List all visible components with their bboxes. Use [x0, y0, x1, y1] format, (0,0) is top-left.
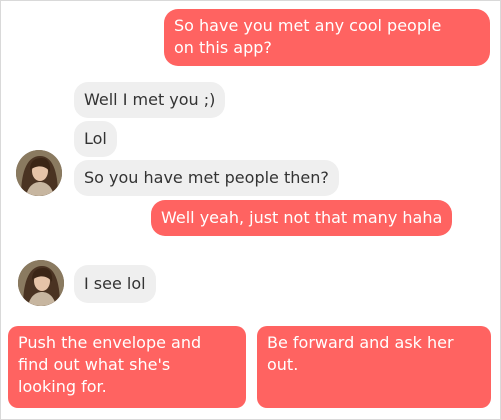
- reply-option-text-line: find out what she's: [18, 355, 171, 374]
- message-text-line: on this app?: [174, 38, 272, 57]
- message-text: I see lol: [84, 274, 146, 293]
- message-text: Lol: [84, 129, 107, 148]
- message-received-3: So you have met people then?: [74, 160, 339, 196]
- message-sent-2: Well yeah, just not that many haha: [151, 200, 453, 236]
- message-text: Well I met you ;): [84, 90, 216, 109]
- reply-option-text-line: Push the envelope and: [18, 333, 202, 352]
- reply-option-text-line: looking for.: [18, 377, 107, 396]
- message-text-line: So have you met any cool people: [174, 16, 442, 35]
- message-received-2: Lol: [74, 121, 117, 157]
- message-received-1: Well I met you ;): [74, 82, 226, 118]
- avatar-photo-icon: [16, 150, 62, 196]
- message-received-4: I see lol: [74, 265, 156, 303]
- message-sent-1: So have you met any cool people on this …: [164, 9, 490, 66]
- reply-option-1[interactable]: Push the envelope and find out what she'…: [8, 326, 246, 408]
- reply-option-text-line: Be forward and ask her: [267, 333, 454, 352]
- contact-avatar: [16, 150, 62, 196]
- message-text: Well yeah, just not that many haha: [161, 208, 443, 227]
- contact-avatar: [18, 260, 64, 306]
- avatar-photo-icon: [18, 260, 64, 306]
- message-text: So you have met people then?: [84, 168, 329, 187]
- reply-option-text-line: out.: [267, 355, 299, 374]
- reply-option-2[interactable]: Be forward and ask her out.: [257, 326, 491, 408]
